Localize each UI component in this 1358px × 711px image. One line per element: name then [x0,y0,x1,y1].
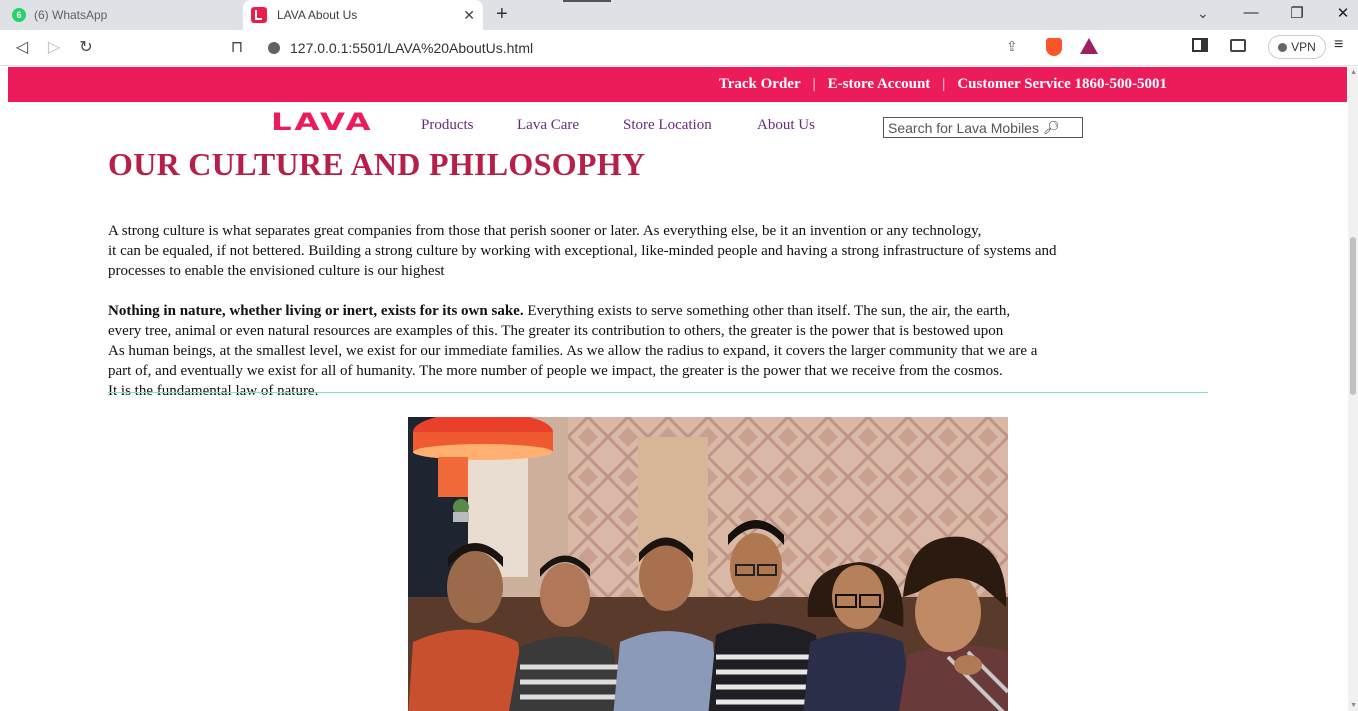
nav-products[interactable]: Products [421,117,474,134]
close-tab-icon[interactable]: ✕ [463,7,475,24]
search-input[interactable]: Search for Lava Mobiles 🔎︎ [883,117,1083,138]
nav-store-location[interactable]: Store Location [623,117,712,134]
browser-tab-strip: 6 (6) WhatsApp LAVA About Us ✕ + ⌄ — ❐ ✕ [0,0,1358,30]
vpn-label: VPN [1291,40,1316,54]
url-text: 127.0.0.1:5501/LAVA%20AboutUs.html [290,40,534,56]
page-scrollbar[interactable]: ▲ ▼ [1348,67,1358,711]
address-bar[interactable]: 127.0.0.1:5501/LAVA%20AboutUs.html [258,34,1106,62]
nature-paragraph: Nothing in nature, whether living or ine… [108,301,1037,401]
paragraph-line: Nothing in nature, whether living or ine… [108,301,1037,321]
brave-rewards-icon[interactable] [1080,38,1098,54]
track-order-link[interactable]: Track Order [719,76,801,93]
close-window-icon[interactable]: ✕ [1333,4,1353,22]
tab-title: (6) WhatsApp [34,8,108,22]
paragraph-line: It is the fundamental law of nature. [108,383,319,399]
wallet-icon[interactable] [1230,39,1246,52]
estore-account-link[interactable]: E-store Account [828,76,931,93]
restore-icon[interactable]: ❐ [1287,4,1307,22]
bold-statement: Nothing in nature, whether living or ine… [108,303,524,319]
search-placeholder: Search for Lava Mobiles [888,119,1039,136]
scrollbar-thumb[interactable] [1350,237,1356,395]
team-photo-illustration [408,417,1008,711]
scroll-down-icon[interactable]: ▼ [1350,702,1357,709]
paragraph-line: part of, and eventually we exist for all… [108,363,1003,379]
tab-title: LAVA About Us [277,8,358,22]
site-info-icon[interactable] [268,42,280,54]
search-icon: 🔎︎ [1042,119,1060,135]
forward-icon[interactable]: ▷ [44,37,64,57]
bookmark-icon[interactable]: ⊓ [227,37,247,57]
paragraph-line: As human beings, at the smallest level, … [108,343,1038,359]
lava-logo[interactable]: LAVA [271,110,373,134]
paragraph-line: every tree, animal or even natural resou… [108,323,1004,339]
lava-favicon-icon [251,7,267,23]
reload-icon[interactable]: ↻ [76,37,96,57]
paragraph-line: it can be equaled, if not bettered. Buil… [108,243,1057,259]
sidebar-icon[interactable] [1192,38,1208,52]
paragraph-text: Everything exists to serve something oth… [523,303,1011,319]
team-photo [408,417,1008,711]
menu-icon[interactable]: ≡ [1334,36,1343,54]
paragraph-line: A strong culture is what separates great… [108,223,982,239]
vpn-button[interactable]: VPN [1268,35,1326,59]
minimize-icon[interactable]: — [1241,4,1261,21]
vpn-status-icon [1278,42,1288,52]
customer-service-link[interactable]: Customer Service 1860-500-5001 [957,76,1167,93]
separator: | [942,76,946,92]
paragraph-line: processes to enable the envisioned cultu… [108,263,445,279]
new-tab-icon[interactable]: + [496,3,508,26]
tab-whatsapp[interactable]: 6 (6) WhatsApp [0,0,242,30]
nav-lava-care[interactable]: Lava Care [517,117,579,134]
separator: | [812,76,816,92]
back-icon[interactable]: ◁ [12,37,32,57]
share-icon[interactable]: ⇪ [1006,38,1018,55]
brave-shields-icon[interactable] [1046,38,1062,56]
tab-lava-about-us[interactable]: LAVA About Us ✕ [243,0,483,30]
tab-strip-indicator [563,0,611,2]
scroll-up-icon[interactable]: ▲ [1350,69,1357,76]
culture-paragraph: A strong culture is what separates great… [108,221,1057,281]
tab-search-chevron-icon[interactable]: ⌄ [1197,5,1209,22]
page-viewport: Track Order | E-store Account | Customer… [0,67,1358,711]
whatsapp-icon: 6 [12,8,26,22]
browser-toolbar: ◁ ▷ ↻ ⊓ 127.0.0.1:5501/LAVA%20AboutUs.ht… [0,30,1358,66]
page-title: OUR CULTURE AND PHILOSOPHY [108,146,646,182]
divider [108,392,1208,393]
nav-about-us[interactable]: About Us [757,117,815,134]
top-utility-bar: Track Order | E-store Account | Customer… [8,67,1347,102]
